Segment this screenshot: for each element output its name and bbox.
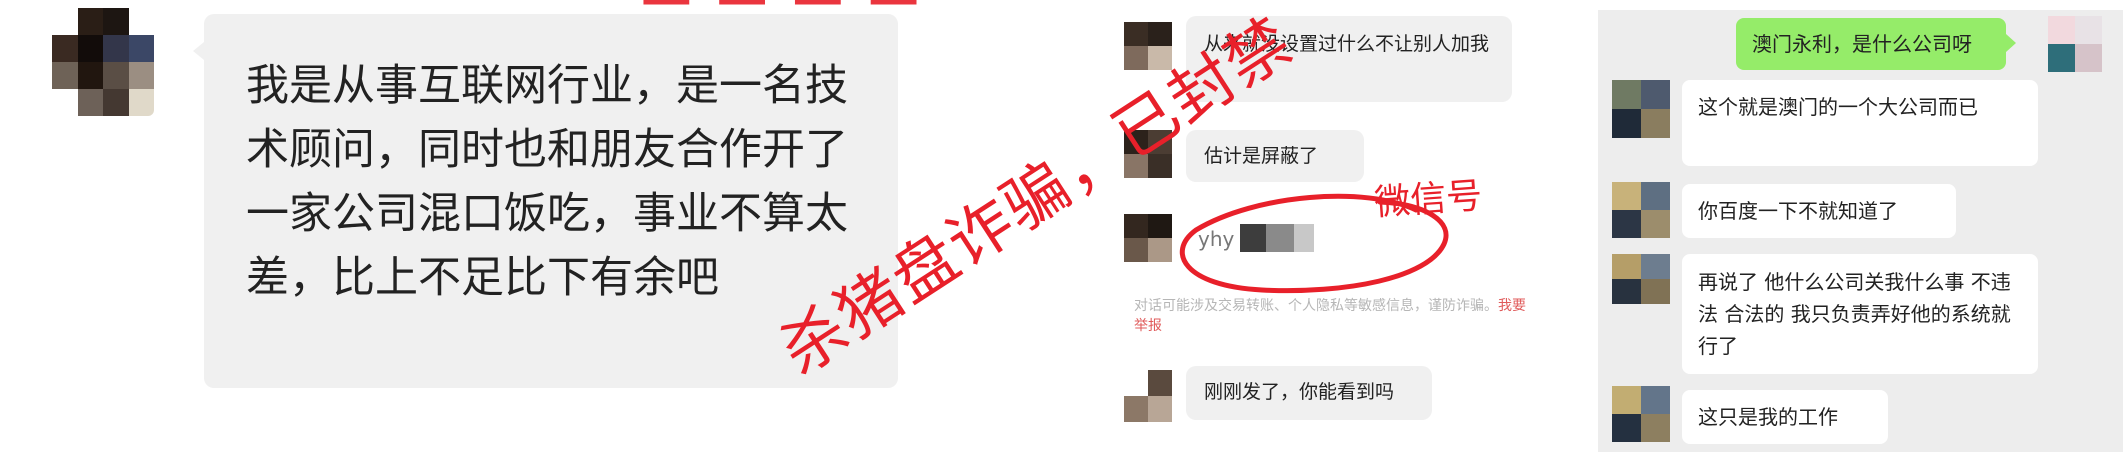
avatar[interactable] bbox=[1612, 182, 1670, 238]
message-text: 你百度一下不就知道了 bbox=[1698, 199, 1898, 223]
avatar[interactable] bbox=[1612, 254, 1670, 304]
message-bubble[interactable]: 这个就是澳门的一个大公司而已 bbox=[1682, 80, 2038, 166]
wechat-annotation-label: 微信号 bbox=[1373, 175, 1484, 225]
message-text: 再说了 他什么公司关我什么事 不违法 合法的 我只负责弄好他的系统就行了 bbox=[1698, 270, 2011, 358]
message-bubble[interactable]: 刚刚发了，你能看到吗 bbox=[1186, 366, 1432, 420]
message-text: 我是从事互联网行业，是一名技术顾问，同时也和朋友合作开了一家公司混口饭吃，事业不… bbox=[246, 61, 848, 303]
avatar[interactable] bbox=[1124, 214, 1172, 262]
bubble-tail bbox=[2006, 34, 2016, 52]
message-bubble[interactable]: 这只是我的工作 bbox=[1682, 390, 1888, 444]
warning-text: 对话可能涉及交易转账、个人隐私等敏感信息，谨防诈骗。 bbox=[1134, 298, 1498, 314]
message-text: 估计是屏蔽了 bbox=[1204, 145, 1319, 167]
message-bubble[interactable]: 再说了 他什么公司关我什么事 不违法 合法的 我只负责弄好他的系统就行了 bbox=[1682, 254, 2038, 374]
message-bubble[interactable]: 你百度一下不就知道了 bbox=[1682, 184, 1956, 238]
bubble-tail bbox=[193, 42, 204, 60]
avatar[interactable] bbox=[1612, 386, 1670, 442]
cut-off-stamp-fragment: ▬ ▬ ▬ ▬ bbox=[638, 0, 922, 24]
message-text: 这只是我的工作 bbox=[1698, 405, 1838, 429]
avatar[interactable] bbox=[52, 8, 154, 116]
avatar[interactable] bbox=[1124, 370, 1172, 422]
panel-3-chat: 澳门永利，是什么公司呀 这个就是澳门的一个大公司而已 你百度一下不就知道了 再说… bbox=[1598, 10, 2123, 452]
avatar[interactable] bbox=[1612, 80, 1670, 138]
system-warning: 对话可能涉及交易转账、个人隐私等敏感信息，谨防诈骗。我要举报 bbox=[1134, 296, 1534, 336]
outgoing-message-bubble[interactable]: 澳门永利，是什么公司呀 bbox=[1736, 18, 2006, 70]
message-bubble[interactable]: 估计是屏蔽了 bbox=[1186, 130, 1364, 182]
message-text: 刚刚发了，你能看到吗 bbox=[1204, 381, 1395, 403]
message-text: 澳门永利，是什么公司呀 bbox=[1752, 32, 1972, 56]
message-text: 这个就是澳门的一个大公司而已 bbox=[1698, 95, 1978, 119]
my-avatar[interactable] bbox=[2048, 16, 2102, 72]
